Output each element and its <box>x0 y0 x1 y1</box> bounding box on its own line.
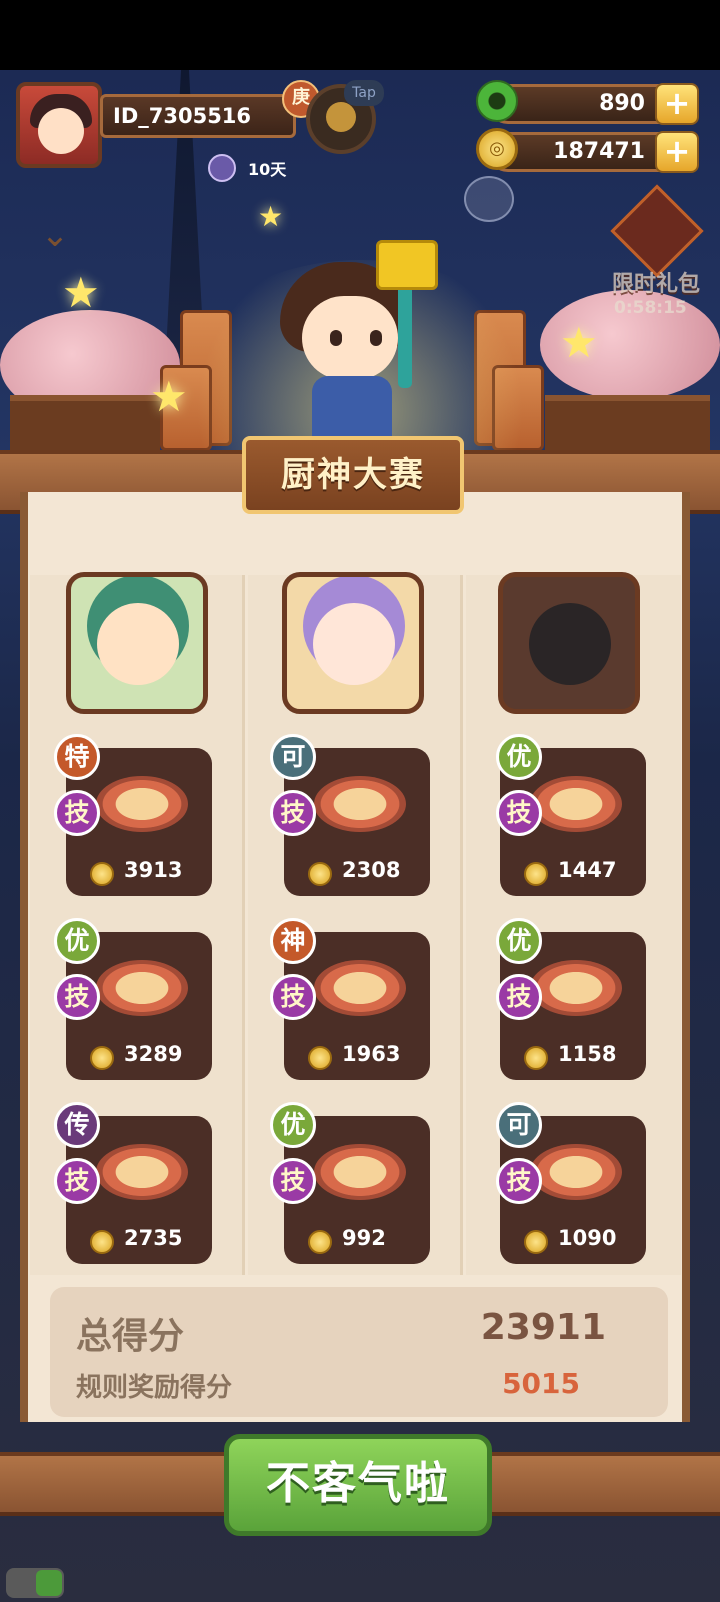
dish-image <box>314 1144 406 1200</box>
dish-image <box>314 960 406 1016</box>
dish-image <box>96 776 188 832</box>
dish-score: 992 <box>342 1226 386 1250</box>
column-divider <box>460 575 463 1275</box>
chat-icon[interactable] <box>464 176 514 222</box>
coin-icon <box>90 1230 114 1254</box>
dish-image <box>314 776 406 832</box>
grade-badge: 可 <box>496 1102 542 1148</box>
coin-icon <box>308 1046 332 1070</box>
coin-counter: 187471 + <box>488 131 699 173</box>
dish-image <box>530 960 622 1016</box>
add-jade-button[interactable]: + <box>655 83 699 125</box>
skill-badge: 技 <box>270 790 316 836</box>
tap-label: Tap <box>344 80 384 106</box>
chef-portrait-2[interactable] <box>282 572 424 714</box>
star-icon: ★ <box>258 200 284 233</box>
dish-score: 1447 <box>558 858 617 882</box>
coin-icon <box>524 862 548 886</box>
golden-hammer-icon <box>376 240 438 290</box>
total-score-label: 总得分 <box>76 1316 185 1357</box>
grade-badge: 神 <box>270 918 316 964</box>
skill-badge: 技 <box>496 974 542 1020</box>
dish-score: 1963 <box>342 1042 401 1066</box>
confirm-button[interactable]: 不客气啦 <box>224 1434 492 1536</box>
coin-icon <box>308 1230 332 1254</box>
dish-image <box>530 776 622 832</box>
contest-title: 厨神大赛 <box>242 436 464 514</box>
grade-badge: 优 <box>496 734 542 780</box>
player-avatar[interactable] <box>16 82 102 168</box>
coin-icon <box>524 1230 548 1254</box>
grade-badge: 优 <box>496 918 542 964</box>
gift-box-icon <box>610 184 704 278</box>
star-icon: ★ <box>62 268 100 317</box>
star-icon: ★ <box>150 372 188 421</box>
chevron-down-icon[interactable]: ⌄ <box>30 215 80 255</box>
dish-score: 3289 <box>124 1042 183 1066</box>
dish-score: 2735 <box>124 1226 183 1250</box>
bottom-toggle[interactable] <box>6 1568 64 1598</box>
jade-counter: 890 + <box>488 83 699 125</box>
grade-badge: 可 <box>270 734 316 780</box>
add-coins-button[interactable]: + <box>655 131 699 173</box>
dish-score: 2308 <box>342 858 401 882</box>
bonus-score-value: 5015 <box>502 1367 580 1400</box>
dish-score: 1090 <box>558 1226 617 1250</box>
days-count: 10天 <box>248 160 287 179</box>
skill-badge: 技 <box>54 974 100 1020</box>
star-icon: ★ <box>560 318 598 367</box>
score-summary: 总得分 23911 规则奖励得分 5015 <box>50 1287 668 1417</box>
limited-gift-pack[interactable] <box>600 184 710 278</box>
skill-badge: 技 <box>54 790 100 836</box>
player-id: ID_7305516 <box>100 94 296 138</box>
dish-image <box>96 960 188 1016</box>
jade-icon <box>476 80 518 122</box>
jade-value: 890 <box>599 91 645 116</box>
coin-icon: ◎ <box>476 128 518 170</box>
coin-icon <box>90 1046 114 1070</box>
skill-badge: 技 <box>54 1158 100 1204</box>
skill-badge: 技 <box>496 790 542 836</box>
grade-badge: 传 <box>54 1102 100 1148</box>
chef-portrait-1[interactable] <box>66 572 208 714</box>
skill-badge: 技 <box>496 1158 542 1204</box>
dish-score: 1158 <box>558 1042 617 1066</box>
column-divider <box>242 575 245 1275</box>
skill-badge: 技 <box>270 1158 316 1204</box>
grade-badge: 优 <box>270 1102 316 1148</box>
grade-badge: 优 <box>54 918 100 964</box>
dish-image <box>530 1144 622 1200</box>
gift-timer: 0:58:15 <box>614 298 687 318</box>
coin-icon <box>524 1046 548 1070</box>
days-icon <box>208 154 236 182</box>
coin-icon <box>308 862 332 886</box>
bonus-score-label: 规则奖励得分 <box>76 1373 233 1403</box>
coin-icon <box>90 862 114 886</box>
coin-value: 187471 <box>553 139 645 164</box>
total-score-value: 23911 <box>480 1307 606 1348</box>
grade-badge: 特 <box>54 734 100 780</box>
chef-hero-character <box>268 240 448 440</box>
chef-portrait-3[interactable] <box>498 572 640 714</box>
dish-image <box>96 1144 188 1200</box>
skill-badge: 技 <box>270 974 316 1020</box>
dish-score: 3913 <box>124 858 183 882</box>
gift-label: 限时礼包 <box>611 272 700 297</box>
